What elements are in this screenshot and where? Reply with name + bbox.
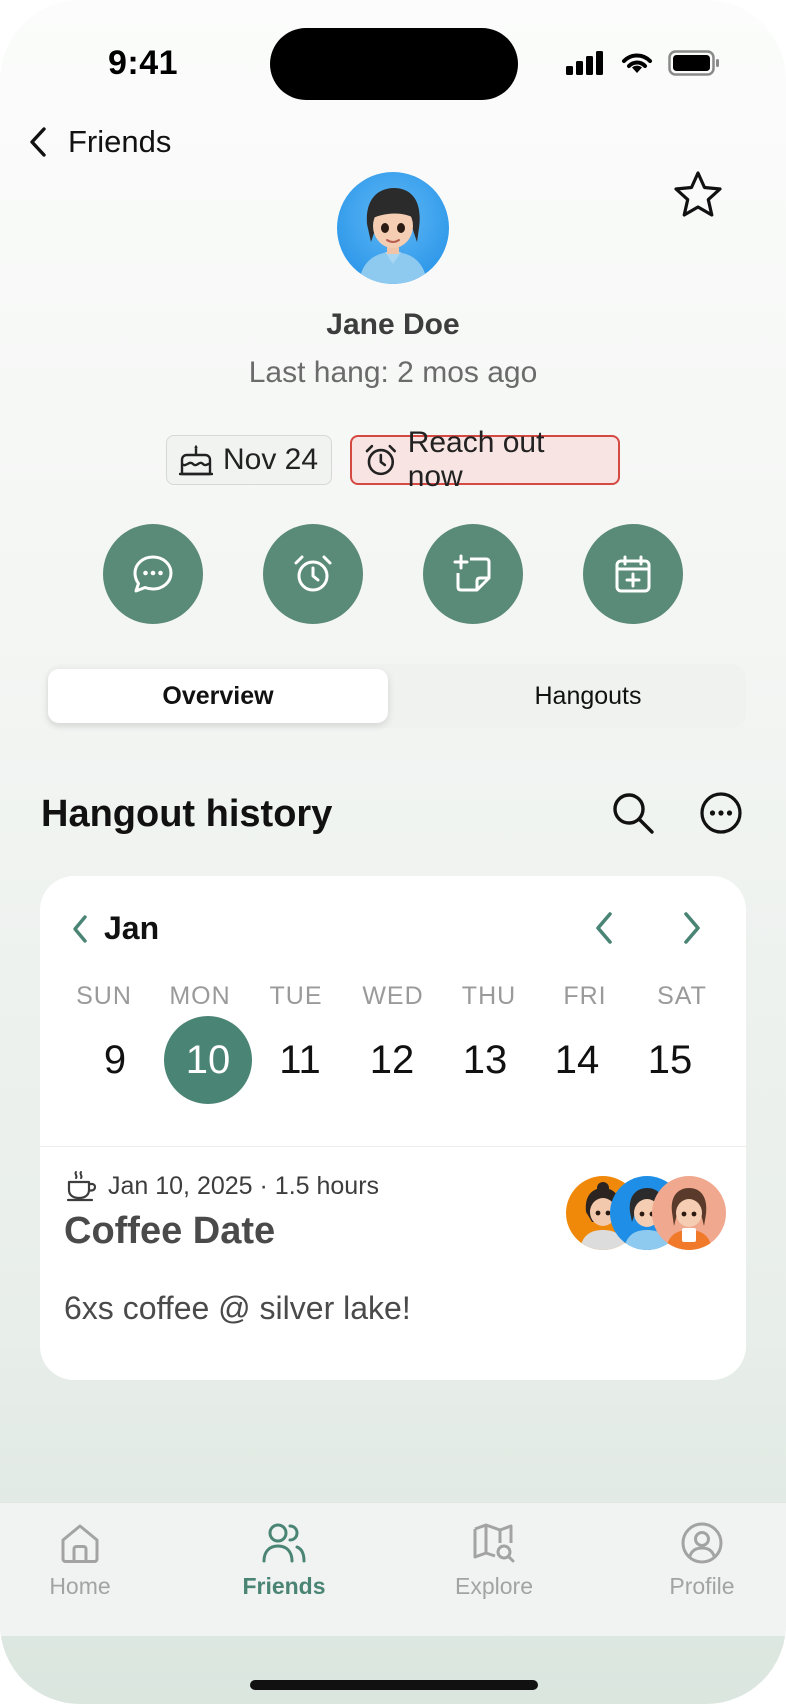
home-indicator (250, 1680, 538, 1690)
tab-label: Profile (669, 1573, 735, 1599)
chevron-left-icon (73, 914, 87, 943)
hangout-title[interactable]: Coffee Date (64, 1210, 275, 1253)
search-button[interactable] (610, 790, 656, 841)
chevron-left-icon (30, 127, 46, 157)
avatar (337, 172, 449, 284)
coffee-icon (66, 1171, 97, 1202)
message-icon (133, 555, 173, 593)
favorite-button[interactable] (672, 170, 724, 225)
month-label: Jan (104, 910, 160, 946)
tab-friends[interactable]: Friends (214, 1521, 354, 1600)
chevron-right-icon (684, 912, 700, 944)
weekday-label: TUE (269, 982, 323, 1010)
status-icons (566, 50, 720, 76)
section-title: Hangout history (41, 793, 333, 835)
chevron-left-icon (596, 912, 612, 944)
add-calendar-icon (615, 555, 651, 593)
cellular-signal-icon (566, 51, 603, 75)
weekday-label: SUN (76, 982, 132, 1010)
weekday-label: MON (169, 982, 231, 1010)
alarm-clock-icon (365, 444, 397, 476)
more-horizontal-icon (700, 792, 742, 834)
tab-profile[interactable]: Profile (632, 1521, 772, 1600)
calendar-day[interactable]: 13 (441, 1016, 529, 1104)
calendar-day[interactable]: 15 (626, 1016, 714, 1104)
hangout-participants[interactable] (566, 1176, 726, 1252)
calendar-day[interactable]: 14 (533, 1016, 621, 1104)
wifi-icon (622, 53, 652, 73)
home-icon (61, 1524, 99, 1563)
hangout-meta: Jan 10, 2025 · 1.5 hours (66, 1170, 379, 1202)
weekday-label: WED (362, 982, 424, 1010)
calendar-day-selected[interactable]: 10 (164, 1016, 252, 1104)
battery-icon (668, 50, 719, 76)
phone-screen: 9:41 Friends Jane Doe Last hang: 2 mos a… (0, 0, 786, 1704)
birthday-chip-label: Nov 24 (223, 443, 319, 476)
tab-hangouts[interactable]: Hangouts (438, 669, 738, 723)
dynamic-island (270, 28, 518, 100)
birthday-cake-icon (179, 445, 213, 476)
status-time: 9:41 (108, 44, 179, 82)
reach-out-chip[interactable]: Reach out now (350, 426, 620, 493)
month-selector[interactable]: Jan (70, 910, 159, 947)
status-bar: 9:41 (0, 0, 786, 100)
reminder-button[interactable] (263, 524, 363, 624)
tab-explore[interactable]: Explore (424, 1521, 564, 1600)
schedule-hangout-button[interactable] (583, 524, 683, 624)
friend-name: Jane Doe (326, 308, 460, 341)
more-options-button[interactable] (698, 790, 744, 841)
hangout-history-card: Jan SUN MON TUE WED THU FRI SAT 9 10 11 … (40, 876, 746, 1380)
last-hang-text: Last hang: 2 mos ago (248, 356, 538, 389)
tab-bar: Home Friends Explore Profile (0, 1502, 786, 1636)
participant-avatar (652, 1176, 726, 1250)
segmented-control: Overview Hangouts (46, 664, 746, 728)
tab-overview[interactable]: Overview (48, 669, 388, 723)
search-icon (613, 793, 654, 834)
weekday-label: SAT (657, 982, 707, 1010)
birthday-chip: Nov 24 (166, 435, 332, 485)
next-week-button[interactable] (680, 910, 704, 951)
tab-label: Home (49, 1573, 111, 1599)
calendar-day[interactable]: 11 (256, 1016, 344, 1104)
star-icon (674, 171, 722, 217)
tab-label: Explore (455, 1573, 533, 1599)
calendar-day[interactable]: 9 (71, 1016, 159, 1104)
add-note-icon (453, 554, 491, 592)
participant-illustration (666, 1188, 712, 1250)
profile-icon (681, 1522, 723, 1564)
tab-label: Friends (242, 1573, 326, 1599)
back-button[interactable]: Friends (26, 124, 171, 160)
card-divider (40, 1146, 746, 1147)
weekday-label: FRI (563, 982, 607, 1010)
previous-week-button[interactable] (592, 910, 616, 951)
friends-icon (262, 1523, 306, 1563)
reach-out-chip-label: Reach out now (407, 426, 545, 493)
map-search-icon (473, 1523, 515, 1563)
avatar-illustration (359, 188, 427, 284)
hangout-date: Jan 10, 2025 · 1.5 hours (108, 1171, 380, 1200)
add-note-button[interactable] (423, 524, 523, 624)
back-label: Friends (68, 124, 172, 159)
alarm-icon (294, 555, 332, 592)
weekday-label: THU (461, 982, 517, 1010)
hangout-note: 6xs coffee @ silver lake! (64, 1290, 411, 1326)
message-button[interactable] (103, 524, 203, 624)
tab-home[interactable]: Home (10, 1521, 150, 1600)
calendar-day[interactable]: 12 (348, 1016, 436, 1104)
